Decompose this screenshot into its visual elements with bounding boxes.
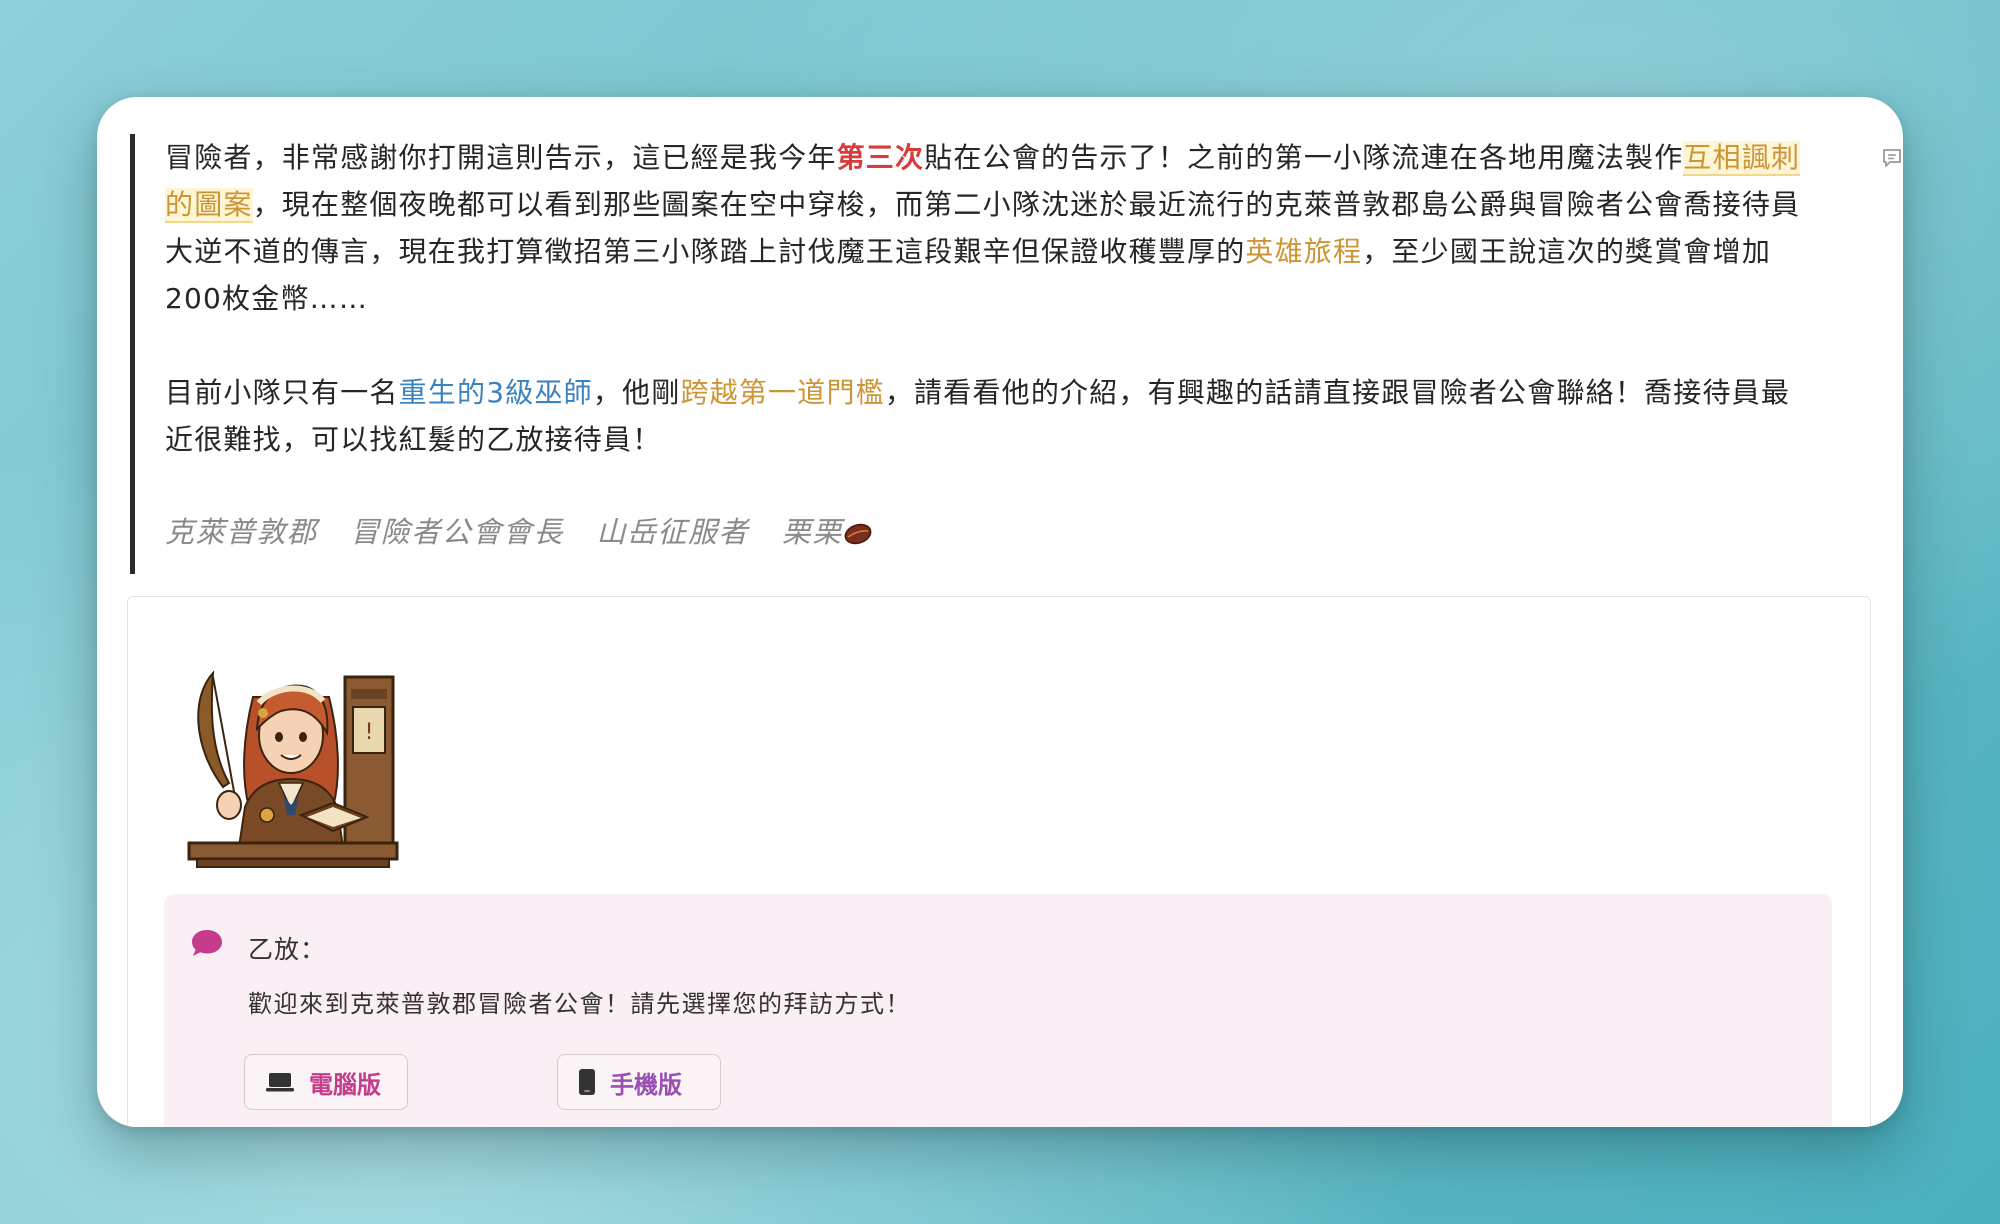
announcement-quote: 冒險者，非常感謝你打開這則告示，這已經是我今年第三次貼在公會的告示了！之前的第一… [130, 134, 1801, 574]
link-hero-journey[interactable]: 英雄旅程 [1245, 235, 1362, 268]
receptionist-card: ! 乙放： 歡迎來到克萊普敦郡冒險者公會！請先選擇您的拜訪方式！ 電腦版 手機版 [127, 596, 1871, 1127]
svg-text:!: ! [365, 720, 374, 745]
link-reborn-wizard[interactable]: 重生的3級巫師 [399, 376, 593, 409]
announcement-paragraph-2: 目前小隊只有一名重生的3級巫師，他剛跨越第一道門檻，請看看他的介紹，有興趣的話請… [165, 369, 1805, 463]
pc-version-label: 電腦版 [309, 1070, 381, 1099]
paragraph-text: ，他剛 [592, 376, 681, 409]
comment-icon[interactable] [1881, 147, 1903, 169]
signature: 克萊普敦郡 冒險者公會會長 山岳征服者 栗栗 [165, 509, 1790, 551]
bean-icon [844, 523, 872, 545]
dialog-box: 乙放： 歡迎來到克萊普敦郡冒險者公會！請先選擇您的拜訪方式！ 電腦版 手機版 [164, 894, 1832, 1127]
phone-icon [579, 1069, 595, 1095]
signature-name: 栗栗 [781, 515, 843, 549]
signature-title: 冒險者公會會長 [350, 515, 564, 549]
welcome-message: 歡迎來到克萊普敦郡冒險者公會！請先選擇您的拜訪方式！ [248, 990, 911, 1018]
signature-location: 克萊普敦郡 [165, 515, 318, 549]
speaker-name: 乙放： [248, 935, 327, 964]
emphasis-third-time: 第三次 [836, 141, 925, 174]
pc-version-button[interactable]: 電腦版 [244, 1054, 408, 1110]
receptionist-portrait: ! [187, 670, 399, 868]
paragraph-text: 目前小隊只有一名 [165, 376, 399, 409]
paragraph-text: 冒險者，非常感謝你打開這則告示，這已經是我今年 [165, 141, 837, 174]
laptop-icon [266, 1073, 294, 1092]
paragraph-text: 貼在公會的告示了！之前的第一小隊流連在各地用魔法製作 [924, 141, 1684, 174]
announcement-paragraph-1: 冒險者，非常感謝你打開這則告示，這已經是我今年第三次貼在公會的告示了！之前的第一… [165, 134, 1805, 322]
link-first-threshold[interactable]: 跨越第一道門檻 [680, 376, 884, 409]
signature-epithet: 山岳征服者 [596, 515, 749, 549]
speech-bubble-icon [192, 930, 222, 956]
page-window: 冒險者，非常感謝你打開這則告示，這已經是我今年第三次貼在公會的告示了！之前的第一… [97, 97, 1903, 1127]
mobile-version-button[interactable]: 手機版 [557, 1054, 721, 1110]
mobile-version-label: 手機版 [610, 1070, 682, 1099]
